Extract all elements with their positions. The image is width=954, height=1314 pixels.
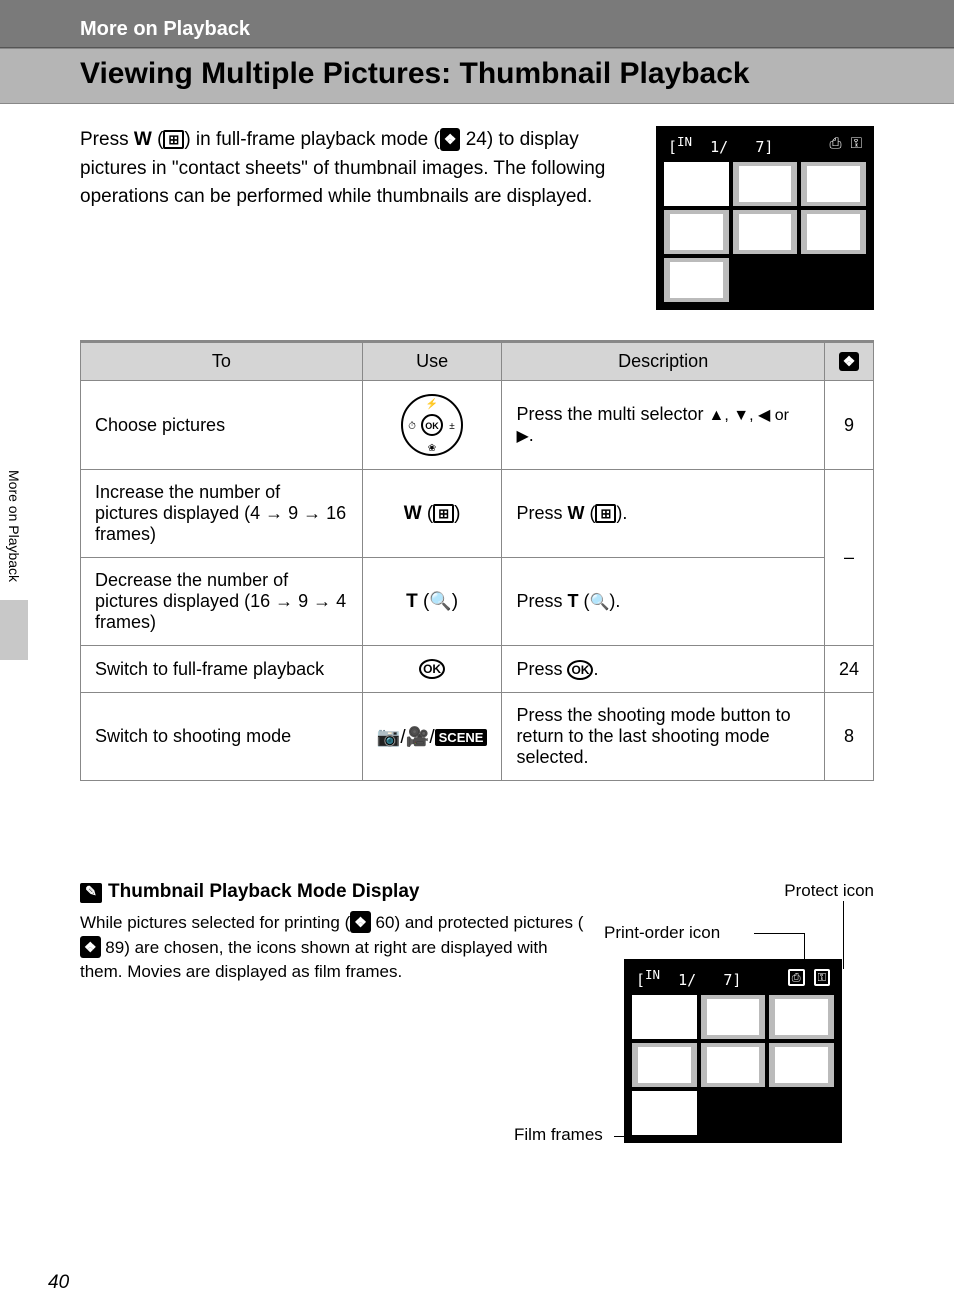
note-paragraph: While pictures selected for printing (❖ …	[80, 911, 594, 985]
zoom-in-button-icon: T (🔍)	[362, 558, 502, 646]
intro-paragraph: Press W (⊞) in full-frame playback mode …	[80, 126, 636, 310]
print-order-icon-label: Print-order icon	[604, 923, 720, 943]
multi-selector-icon: OK ⚡ ❀ ⏱ ±	[362, 381, 502, 470]
thumbnail-cell	[801, 162, 866, 206]
svg-text:⚡: ⚡	[426, 397, 438, 410]
table-row: Switch to full-frame playback OK Press O…	[81, 646, 874, 693]
operations-table: To Use Description ❖ Choose pictures OK …	[80, 340, 874, 781]
thumbnail-cell	[701, 995, 766, 1039]
thumb-status-icons: ⎙ ⚿	[830, 134, 862, 156]
table-row: Decrease the number of pictures displaye…	[81, 558, 874, 646]
page-title: Viewing Multiple Pictures: Thumbnail Pla…	[0, 48, 954, 104]
thumbnail-cell	[664, 210, 729, 254]
note-heading: ✎Thumbnail Playback Mode Display	[80, 881, 594, 903]
thumbnail-cell	[632, 1043, 697, 1087]
note-icon: ✎	[80, 883, 102, 903]
svg-text:OK: OK	[425, 421, 439, 431]
thumbnail-icon: ⊞	[163, 130, 184, 149]
protect-icon-label: Protect icon	[784, 881, 874, 901]
col-to: To	[81, 342, 363, 381]
thumbnail-cell-film	[632, 1091, 697, 1135]
thumbnail-cell	[733, 162, 798, 206]
thumbnail-cell	[769, 995, 834, 1039]
col-use: Use	[362, 342, 502, 381]
table-row: Choose pictures OK ⚡ ❀ ⏱ ± Press the mul…	[81, 381, 874, 470]
mode-button-icon: 📷/🎥/SCENE	[362, 693, 502, 781]
page-ref-icon: ❖	[80, 936, 101, 958]
desc-cell: Press OK.	[502, 646, 825, 693]
table-row: Switch to shooting mode 📷/🎥/SCENE Press …	[81, 693, 874, 781]
thumbnail-screen-illustration: [IN 1/ 7] ⎙ ⚿	[656, 126, 874, 310]
svg-text:⏱: ⏱	[408, 421, 416, 432]
thumbnail-cell	[664, 162, 729, 206]
desc-cell: Press W (⊞).	[502, 470, 825, 558]
svg-text:±: ±	[449, 421, 455, 432]
desc-cell: Press the shooting mode button to return…	[502, 693, 825, 781]
thumbnail-cell	[733, 210, 798, 254]
table-row: Increase the number of pictures displaye…	[81, 470, 874, 558]
section-title: More on Playback	[80, 18, 250, 40]
page-ref-icon: ❖	[350, 911, 371, 933]
film-frames-label: Film frames	[514, 1125, 603, 1145]
col-desc: Description	[502, 342, 825, 381]
thumbnail-cell	[701, 1043, 766, 1087]
thumbnail-cell	[664, 258, 729, 302]
thumbnail-cell	[801, 210, 866, 254]
col-page: ❖	[824, 342, 873, 381]
desc-cell: Press the multi selector ▲, ▼, ◀ or ▶.	[502, 381, 825, 470]
section-header: More on Playback	[0, 0, 954, 48]
thumbnail-cell	[769, 1043, 834, 1087]
thumbnail-cell	[632, 995, 697, 1039]
desc-cell: Press T (🔍).	[502, 558, 825, 646]
page-number: 40	[48, 1272, 69, 1294]
page-ref-icon: ❖	[839, 352, 860, 371]
zoom-out-button-icon: W (⊞)	[362, 470, 502, 558]
thumbnail-screen-annotated: [IN 1/ 7] ⎙ ⚿	[624, 959, 842, 1143]
page-ref-icon: ❖	[440, 128, 461, 151]
svg-text:❀: ❀	[428, 443, 436, 454]
ok-button-icon: OK	[362, 646, 502, 693]
